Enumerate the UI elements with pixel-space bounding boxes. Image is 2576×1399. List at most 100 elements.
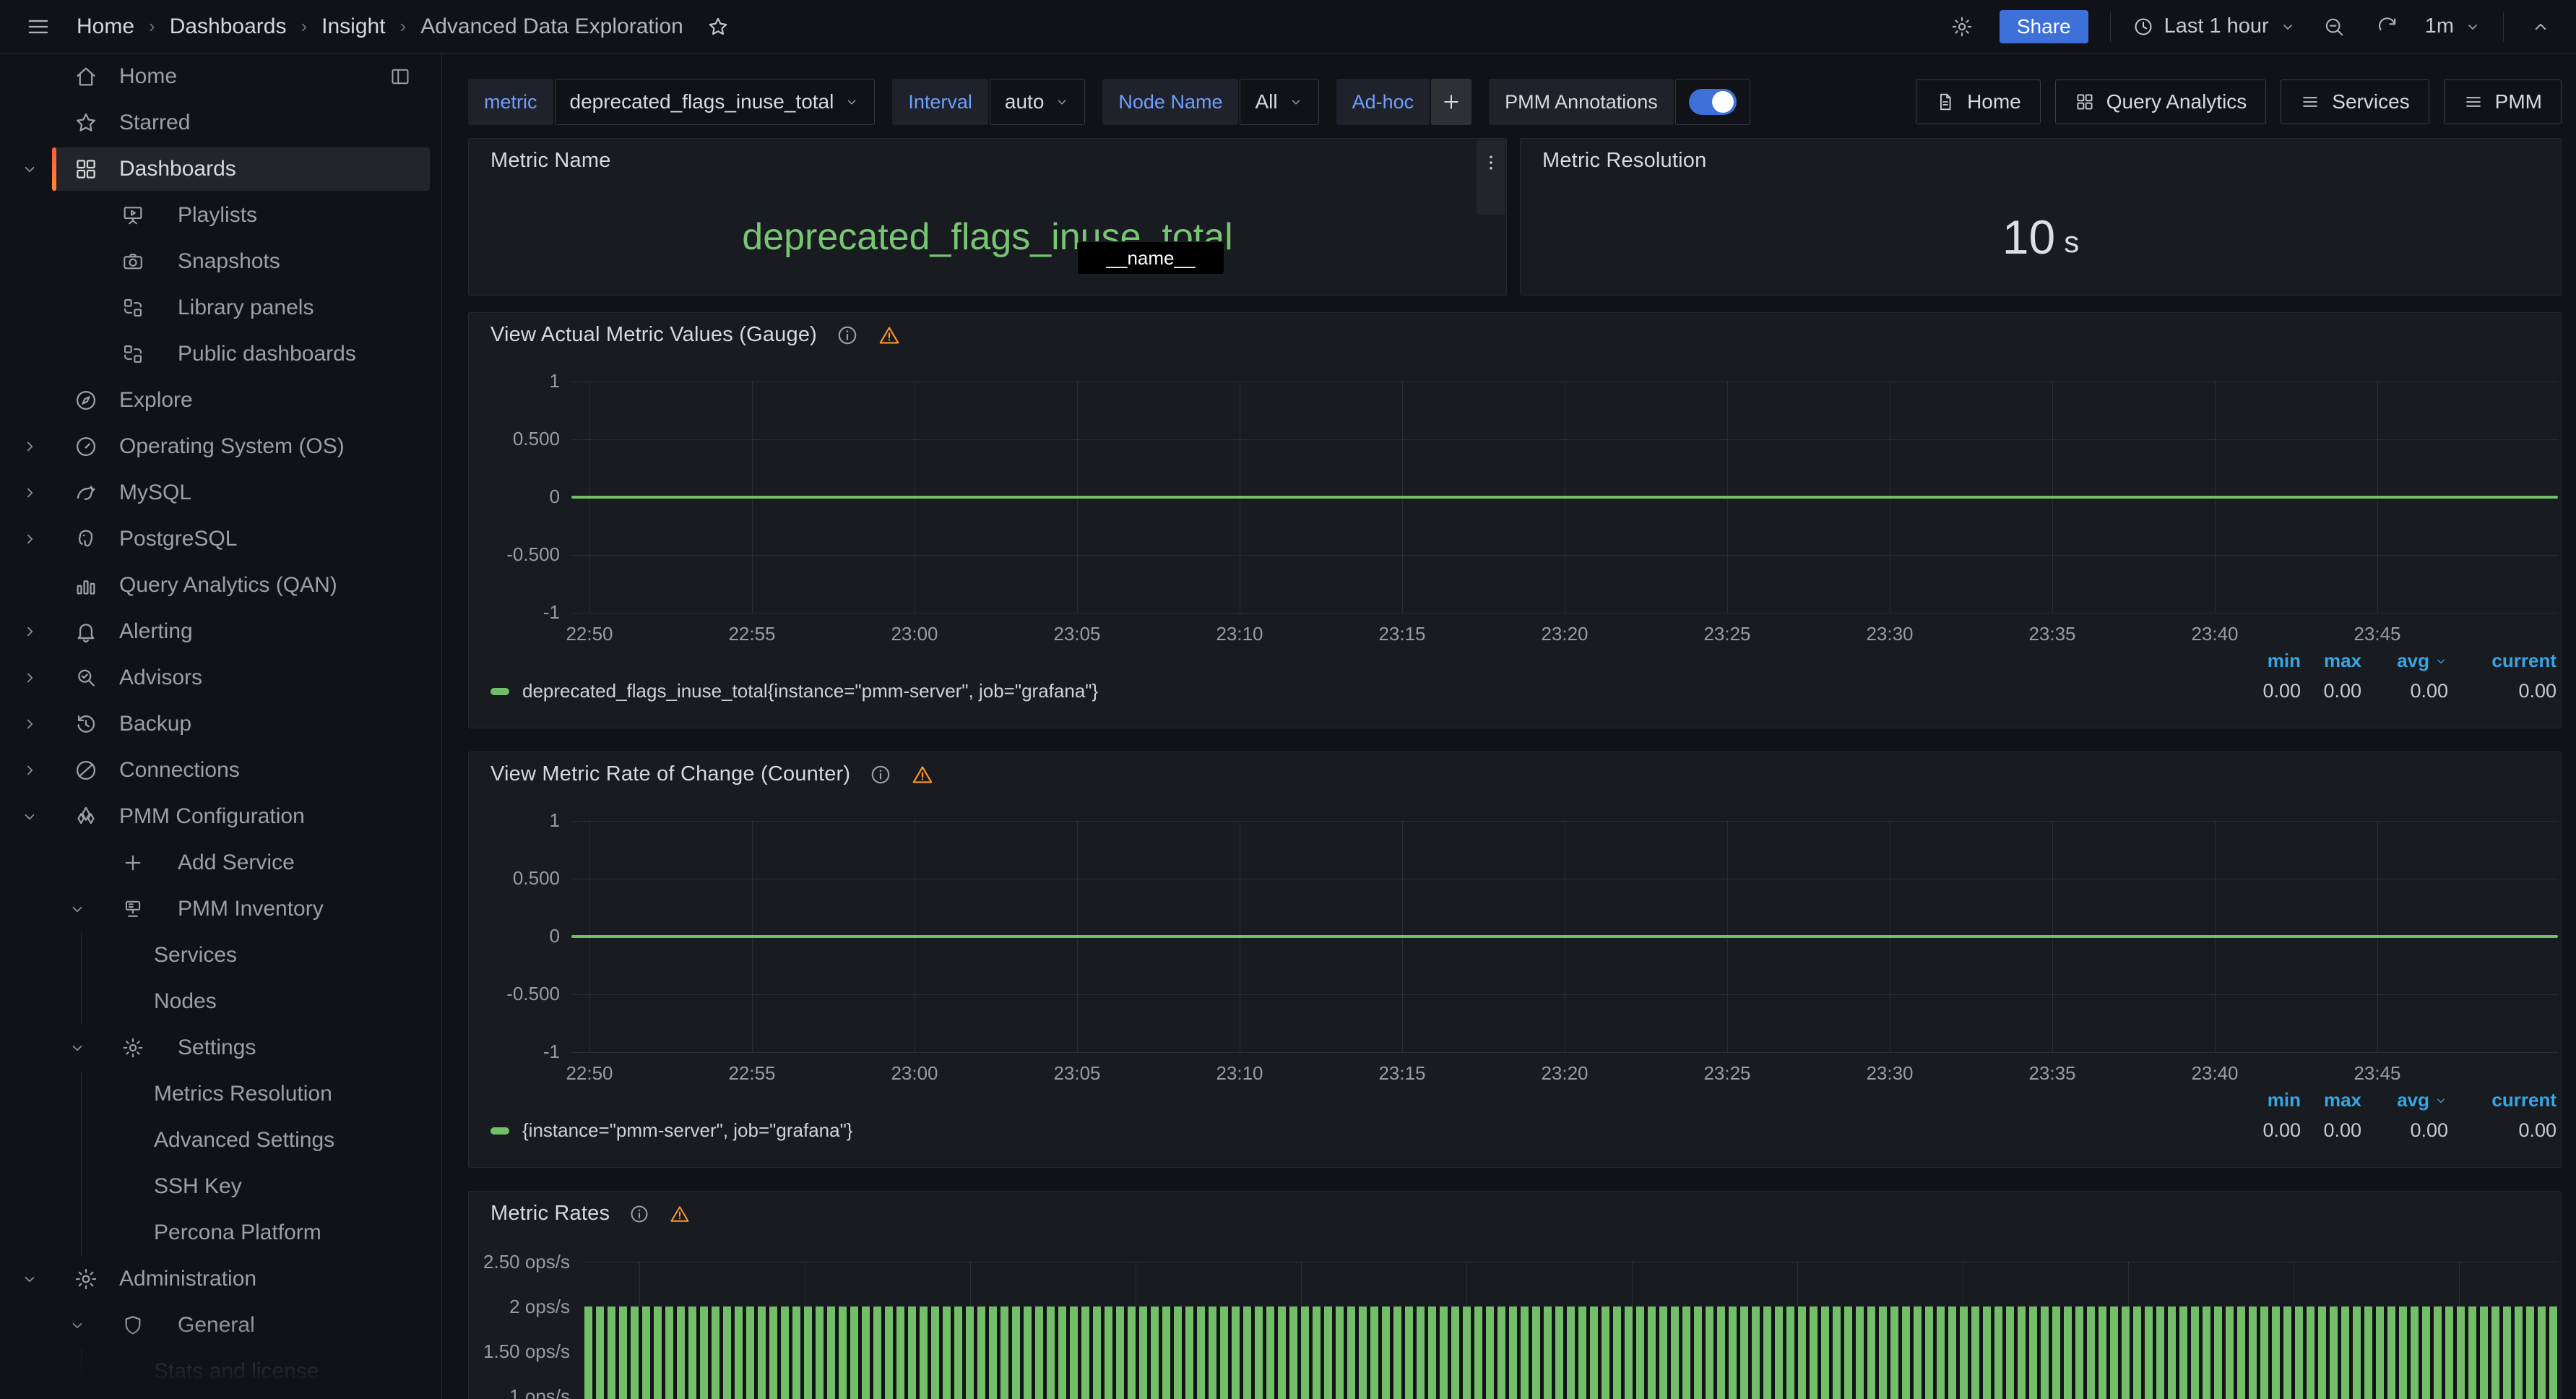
info-circle-icon[interactable] xyxy=(628,1203,650,1225)
percona-icon xyxy=(74,804,98,829)
nav-button-query-analytics[interactable]: Query Analytics xyxy=(2055,79,2267,124)
sidebar-item-advisors[interactable]: Advisors xyxy=(0,655,441,701)
share-button[interactable]: Share xyxy=(2000,10,2088,43)
dashboard-settings-button[interactable] xyxy=(1946,11,1978,43)
sidebar-item-dashboards[interactable]: Dashboards xyxy=(0,146,441,192)
add-adhoc-filter-button[interactable] xyxy=(1431,79,1471,125)
sidebar-item-pmm-configuration[interactable]: PMM Configuration xyxy=(0,793,441,840)
panel-counter-chart: View Metric Rate of Change (Counter) 10.… xyxy=(468,752,2562,1168)
sidebar-item-library-panels[interactable]: Library panels xyxy=(0,285,441,331)
sidebar-item-label: Backup xyxy=(119,712,191,736)
variable-value-metric[interactable]: deprecated_flags_inuse_total xyxy=(555,79,876,125)
legend-series-name[interactable]: deprecated_flags_inuse_total{instance="p… xyxy=(522,680,1098,702)
sidebar-item-metrics-resolution[interactable]: Metrics Resolution xyxy=(0,1071,441,1117)
breadcrumb-item-home[interactable]: Home xyxy=(77,14,134,39)
chevron-down-icon[interactable] xyxy=(68,900,87,918)
sidebar-item-administration[interactable]: Administration xyxy=(0,1256,441,1302)
sidebar-item-operating-system-os[interactable]: Operating System (OS) xyxy=(0,423,441,470)
sidebar-item-mysql[interactable]: MySQL xyxy=(0,470,441,516)
sidebar-item-connections[interactable]: Connections xyxy=(0,747,441,793)
sidebar-item-ssh-key[interactable]: SSH Key xyxy=(0,1163,441,1210)
chevron-right-icon[interactable] xyxy=(20,715,39,733)
chevron-down-icon[interactable] xyxy=(68,1316,87,1335)
chevron-right-icon[interactable] xyxy=(20,483,39,502)
sidebar-item-advanced-settings[interactable]: Advanced Settings xyxy=(0,1117,441,1163)
dock-sidebar-button[interactable] xyxy=(389,66,411,87)
refresh-interval-picker[interactable]: 1m xyxy=(2425,14,2481,38)
refresh-button[interactable] xyxy=(2372,11,2403,43)
sidebar-item-alerting[interactable]: Alerting xyxy=(0,608,441,655)
breadcrumb-item-advanced-data-exploration[interactable]: Advanced Data Exploration xyxy=(420,14,683,39)
sidebar-item-public-dashboards[interactable]: Public dashboards xyxy=(0,331,441,377)
sidebar-item-general[interactable]: General xyxy=(0,1302,441,1348)
legend-color-swatch[interactable] xyxy=(490,1127,509,1135)
warning-triangle-icon[interactable] xyxy=(911,763,934,786)
search-minus-icon xyxy=(2322,15,2346,38)
sidebar-item-label: Add Service xyxy=(178,851,295,875)
row-highlight xyxy=(52,147,430,191)
row-highlight xyxy=(52,749,430,792)
nav-button-home[interactable]: Home xyxy=(1916,79,2041,124)
zoom-out-button[interactable] xyxy=(2318,11,2350,43)
chevron-right-icon[interactable] xyxy=(20,437,39,456)
sidebar-item-percona-platform[interactable]: Percona Platform xyxy=(0,1210,441,1256)
legend-sort-current[interactable]: current xyxy=(2448,1089,2556,1111)
nav-button-pmm[interactable]: PMM xyxy=(2444,79,2562,124)
pmm-annotations-toggle[interactable] xyxy=(1675,79,1750,125)
chevron-right-icon[interactable] xyxy=(20,761,39,780)
gear-icon xyxy=(121,1036,144,1059)
variable-value-interval[interactable]: auto xyxy=(990,79,1086,125)
info-circle-icon[interactable] xyxy=(836,324,859,347)
info-circle-icon[interactable] xyxy=(869,763,892,786)
sidebar-item-stats-and-license[interactable]: Stats and license xyxy=(0,1348,441,1395)
chevron-down-icon[interactable] xyxy=(20,807,39,826)
sidebar-item-home[interactable]: Home xyxy=(0,53,441,100)
sidebar-item-services[interactable]: Services xyxy=(0,932,441,978)
sidebar-item-starred[interactable]: Starred xyxy=(0,100,441,146)
sidebar-item-snapshots[interactable]: Snapshots xyxy=(0,238,441,285)
row-highlight xyxy=(52,55,430,98)
sidebar-item-query-analytics-qan[interactable]: Query Analytics (QAN) xyxy=(0,562,441,608)
chevron-right-icon[interactable] xyxy=(20,622,39,641)
legend-series-name[interactable]: {instance="pmm-server", job="grafana"} xyxy=(522,1119,853,1142)
x-tick-label: 23:15 xyxy=(1352,623,1453,645)
variable-value-node-name[interactable]: All xyxy=(1240,79,1318,125)
sidebar-item-settings[interactable]: Settings xyxy=(0,1025,441,1071)
menu-toggle-button[interactable] xyxy=(22,10,55,43)
apps-icon xyxy=(74,157,98,181)
apps-icon xyxy=(2075,92,2095,112)
legend-sort-max[interactable]: max xyxy=(2301,1089,2361,1111)
sidebar-item-backup[interactable]: Backup xyxy=(0,701,441,747)
warning-triangle-icon[interactable] xyxy=(669,1203,691,1225)
breadcrumb-item-dashboards[interactable]: Dashboards xyxy=(170,14,287,39)
chevron-down-icon[interactable] xyxy=(20,160,39,178)
y-tick-label: 1 xyxy=(469,370,560,392)
chevron-right-icon[interactable] xyxy=(20,530,39,548)
legend-sort-avg[interactable]: avg xyxy=(2361,650,2448,672)
legend-sort-min[interactable]: min xyxy=(2236,650,2301,672)
x-tick-label: 23:15 xyxy=(1352,1062,1453,1085)
time-range-picker[interactable]: Last 1 hour xyxy=(2132,14,2296,38)
warning-triangle-icon[interactable] xyxy=(878,324,901,347)
legend-sort-avg[interactable]: avg xyxy=(2361,1089,2448,1111)
sidebar-item-postgresql[interactable]: PostgreSQL xyxy=(0,516,441,562)
breadcrumb-item-insight[interactable]: Insight xyxy=(321,14,385,39)
hover-tooltip: __name__ xyxy=(1077,241,1224,275)
sidebar-item-playlists[interactable]: Playlists xyxy=(0,192,441,238)
favorite-star-button[interactable] xyxy=(702,11,734,43)
chevron-down-icon[interactable] xyxy=(68,1038,87,1057)
legend-sort-max[interactable]: max xyxy=(2301,650,2361,672)
chevron-down-icon[interactable] xyxy=(20,1270,39,1288)
sidebar-item-add-service[interactable]: Add Service xyxy=(0,840,441,886)
shield-icon xyxy=(121,1314,144,1337)
nav-button-services[interactable]: Services xyxy=(2281,79,2429,124)
chevron-right-icon[interactable] xyxy=(20,668,39,687)
sidebar-item-explore[interactable]: Explore xyxy=(0,377,441,423)
sidebar-item-pmm-inventory[interactable]: PMM Inventory xyxy=(0,886,441,932)
legend-sort-current[interactable]: current xyxy=(2448,650,2556,672)
x-tick-label: 23:20 xyxy=(1514,623,1615,645)
legend-color-swatch[interactable] xyxy=(490,688,509,695)
collapse-controls-button[interactable] xyxy=(2525,12,2556,42)
legend-sort-min[interactable]: min xyxy=(2236,1089,2301,1111)
sidebar-item-nodes[interactable]: Nodes xyxy=(0,978,441,1025)
